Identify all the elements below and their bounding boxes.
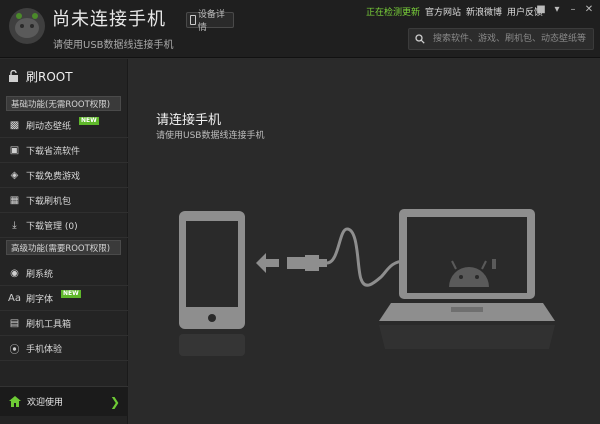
sidebar-item-label: 手机体验 (26, 345, 63, 355)
toolbox-icon: ▤ (9, 318, 20, 329)
sidebar-header-root[interactable]: 刷ROOT (0, 59, 128, 93)
unlock-icon (9, 70, 18, 82)
package-download-icon: ▦ (9, 195, 20, 206)
chevron-right-icon: ❯ (109, 395, 120, 409)
sidebar-item-label: 刷字体 (26, 295, 54, 305)
connect-illustration (179, 209, 555, 356)
sidebar-item-label: 刷动态壁纸 (26, 122, 72, 132)
sidebar-item-flash-fonts[interactable]: Aa 刷字体 NEW (0, 287, 128, 311)
new-badge: NEW (61, 289, 81, 298)
sidebar-item-welcome[interactable]: 欢迎使用 ❯ (0, 386, 128, 416)
sidebar-item-label: 下载省流软件 (26, 147, 81, 157)
sidebar-item-label: 下载免费游戏 (26, 172, 81, 182)
search-input[interactable] (431, 31, 591, 47)
sidebar-item-flash-system[interactable]: ◉ 刷系统 (0, 262, 128, 286)
skin-icon[interactable]: ■ (534, 4, 548, 16)
page-subtitle: 请使用USB数据线连接手机 (156, 131, 265, 141)
sidebar-header-label: 刷ROOT (26, 69, 73, 84)
phone-illustration-icon (179, 211, 245, 356)
app-title: 尚未连接手机 (52, 9, 166, 30)
device-details-button[interactable]: 设备详情 (186, 10, 234, 33)
close-icon[interactable]: ✕ (582, 4, 596, 16)
app-subtitle: 请使用USB数据线连接手机 (53, 40, 174, 51)
sidebar-item-download-manager[interactable]: ⤓ 下载管理 (0) (0, 214, 128, 238)
search-icon[interactable] (415, 34, 425, 44)
minimize-icon[interactable]: – (566, 4, 580, 16)
sidebar-item-label: 下载刷机包 (26, 197, 72, 207)
download-icon: ⤓ (12, 220, 17, 231)
system-icon: ◉ (10, 268, 19, 279)
sidebar-item-label: 刷系统 (26, 270, 54, 280)
box-icon: ▣ (9, 145, 20, 156)
sidebar-item-data-saving-apps[interactable]: ▣ 下载省流软件 (0, 139, 128, 163)
page-title: 请连接手机 (156, 113, 222, 128)
upload-circle-icon: ⦿ (9, 345, 20, 356)
welcome-label: 欢迎使用 (27, 398, 64, 408)
gamepad-icon: ◈ (10, 170, 19, 181)
font-icon: Aa (8, 293, 21, 304)
wallpaper-icon: ▩ (9, 120, 20, 131)
sidebar-item-label: 刷机工具箱 (26, 320, 72, 330)
sidebar-item-label: 下载管理 (0) (26, 222, 78, 232)
home-icon (9, 396, 21, 407)
sidebar-item-rom-packages[interactable]: ▦ 下载刷机包 (0, 189, 128, 213)
arrow-left-icon (256, 253, 279, 273)
sidebar-item-live-wallpaper[interactable]: ▩ 刷动态壁纸 NEW (0, 114, 128, 138)
title-bar: 尚未连接手机 请使用USB数据线连接手机 设备详情 正在检测更新 官方网站 新浪… (0, 0, 600, 58)
section-basic-features: 基础功能(无需ROOT权限) (6, 96, 121, 111)
official-site-link[interactable]: 官方网站 (425, 5, 461, 18)
weibo-link[interactable]: 新浪微博 (466, 5, 502, 18)
sidebar-item-flash-toolbox[interactable]: ▤ 刷机工具箱 (0, 312, 128, 336)
window-controls: ■ ▾ – ✕ (534, 4, 596, 16)
new-badge: NEW (79, 116, 99, 125)
sidebar-item-phone-experience[interactable]: ⦿ 手机体验 (0, 337, 128, 361)
section-advanced-features: 高级功能(需要ROOT权限) (6, 240, 121, 255)
laptop-illustration-icon (379, 209, 555, 349)
phone-icon (190, 15, 196, 25)
main-panel: 请连接手机 请使用USB数据线连接手机 (129, 59, 600, 424)
top-links: 正在检测更新 官方网站 新浪微博 用户反馈 (366, 5, 543, 18)
update-status[interactable]: 正在检测更新 (366, 5, 420, 18)
search-box (408, 28, 594, 50)
sidebar-item-free-games[interactable]: ◈ 下载免费游戏 (0, 164, 128, 188)
usb-cable-icon (287, 227, 406, 287)
device-details-label: 设备详情 (197, 10, 225, 33)
app-logo-icon (9, 8, 45, 44)
menu-icon[interactable]: ▾ (550, 4, 564, 16)
sidebar: 刷ROOT 基础功能(无需ROOT权限) ▩ 刷动态壁纸 NEW ▣ 下载省流软件… (0, 59, 128, 424)
